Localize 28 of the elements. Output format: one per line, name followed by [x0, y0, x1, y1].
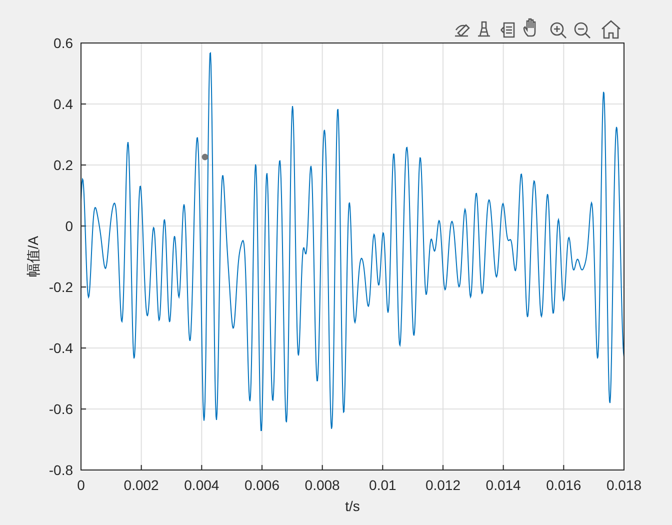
data-tip-marker[interactable] — [202, 154, 208, 160]
pan-icon[interactable] — [523, 18, 536, 37]
y-tick-label: 0.4 — [54, 96, 73, 112]
x-tick-label: 0.004 — [184, 477, 220, 493]
brush-icon[interactable] — [477, 21, 491, 37]
y-tick-label: -0.4 — [48, 340, 73, 356]
y-tick-label: -0.2 — [48, 279, 73, 295]
y-tick-label: -0.8 — [48, 462, 73, 478]
zoom-in-icon[interactable] — [550, 22, 567, 39]
x-tick-label: 0.018 — [606, 477, 642, 493]
x-tick-label: 0.006 — [244, 477, 280, 493]
x-tick-label: 0 — [77, 477, 85, 493]
y-tick-label: 0.6 — [54, 35, 73, 51]
x-tick-label: 0.008 — [304, 477, 340, 493]
x-tick-label: 0.014 — [486, 477, 521, 493]
y-tick-label: 0 — [65, 218, 73, 234]
y-tick-label: 0.2 — [54, 157, 73, 173]
x-axis-label: t/s — [345, 498, 360, 514]
edit-icon[interactable] — [454, 24, 470, 37]
y-axis-label: 幅值/A — [25, 236, 41, 278]
x-tick-label: 0.012 — [425, 477, 461, 493]
zoom-out-icon[interactable] — [574, 22, 591, 39]
home-icon[interactable] — [601, 20, 621, 39]
x-tick-label: 0.002 — [124, 477, 159, 493]
y-tick-label: -0.6 — [48, 401, 73, 417]
legend-icon[interactable] — [500, 22, 515, 38]
x-tick-label: 0.016 — [546, 477, 582, 493]
x-tick-label: 0.01 — [369, 477, 396, 493]
